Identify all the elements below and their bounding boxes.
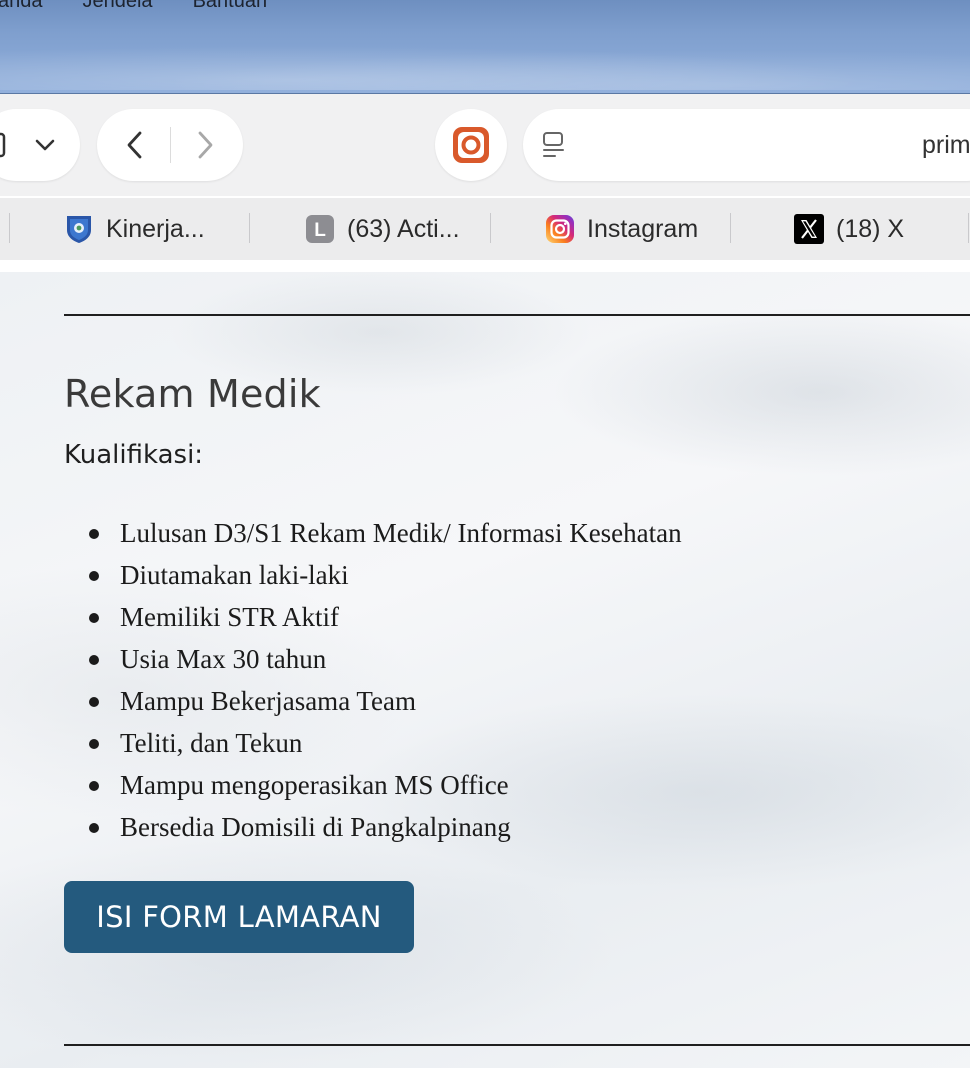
divider-bottom [64, 1044, 970, 1046]
list-item: Memiliki STR Aktif [64, 596, 682, 638]
bookmark-label: (63) Acti... [347, 214, 460, 243]
bookmark-label: Instagram [587, 214, 699, 243]
bookmark-separator [249, 213, 250, 243]
menu-item-jendela[interactable]: Jendela [83, 0, 153, 12]
address-bar[interactable]: prim [523, 109, 970, 181]
list-item-text: Mampu mengoperasikan MS Office [120, 770, 509, 800]
list-item: Teliti, dan Tekun [64, 722, 682, 764]
bullet [89, 739, 99, 749]
list-item-text: Diutamakan laki-laki [120, 560, 349, 590]
navigation-group [97, 109, 243, 181]
bookmarks-bar: Kinerja... L (63) Acti... Instagram (18)… [0, 198, 970, 260]
bookmark-separator [730, 213, 731, 243]
list-item-text: Lulusan D3/S1 Rekam Medik/ Informasi Kes… [120, 518, 682, 548]
address-bar-text[interactable]: prim [922, 131, 970, 160]
menu-item-tanda[interactable]: Tanda [0, 0, 43, 12]
bookmark-kinerja[interactable]: Kinerja... [64, 212, 205, 246]
sidebar-icon[interactable] [0, 132, 6, 158]
bookmark-label: (18) X [836, 214, 905, 243]
divider-top [64, 314, 970, 316]
qualification-list: Lulusan D3/S1 Rekam Medik/ Informasi Kes… [64, 512, 682, 848]
menu-item-bantuan[interactable]: Bantuan [193, 0, 268, 12]
list-item: Diutamakan laki-laki [64, 554, 682, 596]
bookmark-separator [490, 213, 491, 243]
desktop-menubar-area: Tanda Jendela Bantuan [0, 0, 970, 94]
reader-icon[interactable] [541, 131, 569, 161]
chevron-down-icon[interactable] [34, 137, 56, 153]
bullet [89, 655, 99, 665]
browser-toolbar: prim [0, 94, 970, 196]
bullet [89, 823, 99, 833]
qualification-label: Kualifikasi: [64, 440, 204, 470]
instagram-icon [546, 215, 574, 243]
svg-text:L: L [314, 220, 326, 241]
list-item-text: Teliti, dan Tekun [120, 728, 303, 758]
bookmark-separator [9, 213, 10, 243]
list-item-text: Usia Max 30 tahun [120, 644, 327, 674]
nav-divider [170, 127, 171, 163]
bookmark-activity[interactable]: L (63) Acti... [305, 212, 460, 246]
sidebar-toggle-group[interactable] [0, 109, 80, 181]
bookmark-x[interactable]: (18) X [794, 212, 904, 246]
list-item: Mampu mengoperasikan MS Office [64, 764, 682, 806]
bullet [89, 781, 99, 791]
bullet [89, 571, 99, 581]
bullet [89, 697, 99, 707]
chevron-left-icon[interactable] [123, 129, 147, 161]
list-item: Usia Max 30 tahun [64, 638, 682, 680]
shield-favicon [67, 216, 91, 243]
menubar: Tanda Jendela Bantuan [0, 0, 268, 12]
bullet [89, 529, 99, 539]
bookmark-label: Kinerja... [106, 214, 205, 243]
list-item-text: Bersedia Domisili di Pangkalpinang [120, 812, 511, 842]
bookmark-instagram[interactable]: Instagram [545, 212, 698, 246]
extension-icon [453, 127, 489, 163]
list-item: Bersedia Domisili di Pangkalpinang [64, 806, 682, 848]
list-item-text: Mampu Bekerjasama Team [120, 686, 417, 716]
bullet [89, 613, 99, 623]
apply-form-button[interactable]: ISI FORM LAMARAN [64, 881, 414, 953]
x-icon [794, 214, 824, 244]
letter-l-favicon: L [306, 215, 334, 243]
job-title: Rekam Medik [64, 372, 321, 416]
chevron-right-icon[interactable] [193, 129, 217, 161]
list-item: Mampu Bekerjasama Team [64, 680, 682, 722]
extension-button[interactable] [435, 109, 507, 181]
page-content: Rekam Medik Kualifikasi: Lulusan D3/S1 R… [0, 272, 970, 1068]
list-item-text: Memiliki STR Aktif [120, 602, 340, 632]
bookmark-separator [968, 213, 969, 243]
list-item: Lulusan D3/S1 Rekam Medik/ Informasi Kes… [64, 512, 682, 554]
